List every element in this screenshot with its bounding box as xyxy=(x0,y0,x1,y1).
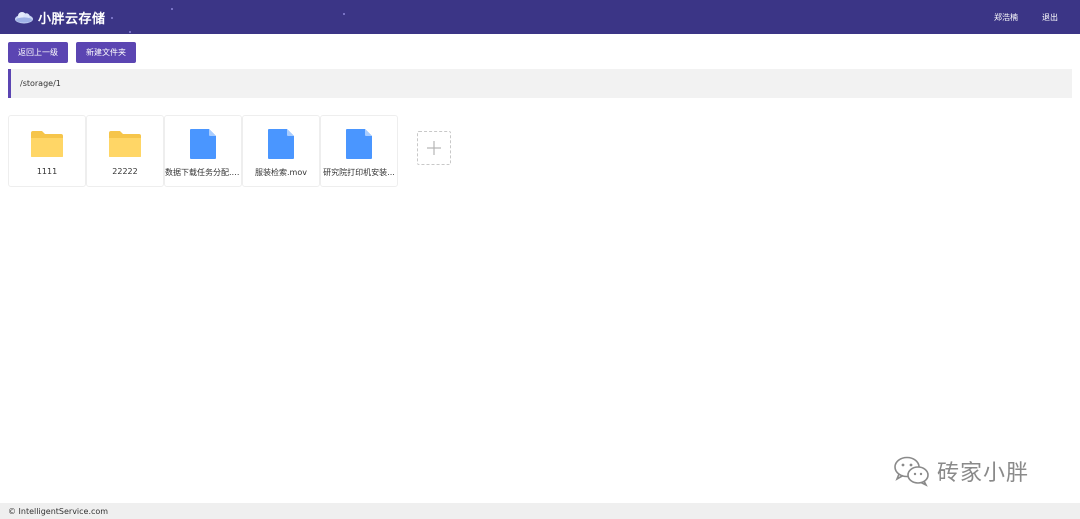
file-name: 服装检索.mov xyxy=(255,168,307,177)
logout-link[interactable]: 退出 xyxy=(1042,12,1058,23)
decor-dot xyxy=(111,17,113,19)
file-item-file[interactable]: 服装检索.mov xyxy=(242,115,320,187)
file-name: 1111 xyxy=(36,167,58,176)
upload-button[interactable] xyxy=(417,131,451,165)
user-name-link[interactable]: 郑浩楠 xyxy=(994,12,1018,23)
current-path-bar: /storage/1 xyxy=(8,69,1072,98)
file-item-folder[interactable]: 1111 xyxy=(8,115,86,187)
new-folder-button[interactable]: 新建文件夹 xyxy=(76,42,136,63)
document-icon xyxy=(342,128,376,160)
file-name: 22222 xyxy=(112,167,138,176)
decor-dot xyxy=(343,13,345,15)
file-name: 研究院打印机安装... xyxy=(323,168,395,177)
footer-copyright: © IntelligentService.com xyxy=(8,506,109,516)
top-navbar: 小胖云存储 郑浩楠 退出 xyxy=(0,0,1080,34)
document-icon xyxy=(264,128,298,160)
file-item-file[interactable]: 数据下载任务分配.zip xyxy=(164,115,242,187)
footer: © IntelligentService.com xyxy=(0,503,1080,519)
file-item-file[interactable]: 研究院打印机安装... xyxy=(320,115,398,187)
brand-title: 小胖云存储 xyxy=(38,11,106,27)
brand[interactable]: 小胖云存储 xyxy=(14,8,106,27)
current-path: /storage/1 xyxy=(20,79,61,88)
cloud-logo-icon xyxy=(15,12,33,24)
plus-icon xyxy=(427,141,441,155)
user-menu: 郑浩楠 退出 xyxy=(970,0,1058,34)
decor-dot xyxy=(171,8,173,10)
file-name: 数据下载任务分配.zip xyxy=(165,168,241,177)
decor-dot xyxy=(129,31,131,33)
folder-icon xyxy=(30,128,64,160)
folder-icon xyxy=(108,128,142,160)
file-grid: 1111 22222 数据下载任务分配.zip 服装检索.mov 研究院打印机安… xyxy=(8,115,451,187)
file-item-folder[interactable]: 22222 xyxy=(86,115,164,187)
action-toolbar: 返回上一级 新建文件夹 xyxy=(8,42,144,63)
watermark: 砖家小胖 xyxy=(893,455,1029,487)
wechat-icon xyxy=(894,456,929,487)
watermark-text: 砖家小胖 xyxy=(937,461,1030,486)
back-button[interactable]: 返回上一级 xyxy=(8,42,68,63)
document-icon xyxy=(186,128,220,160)
